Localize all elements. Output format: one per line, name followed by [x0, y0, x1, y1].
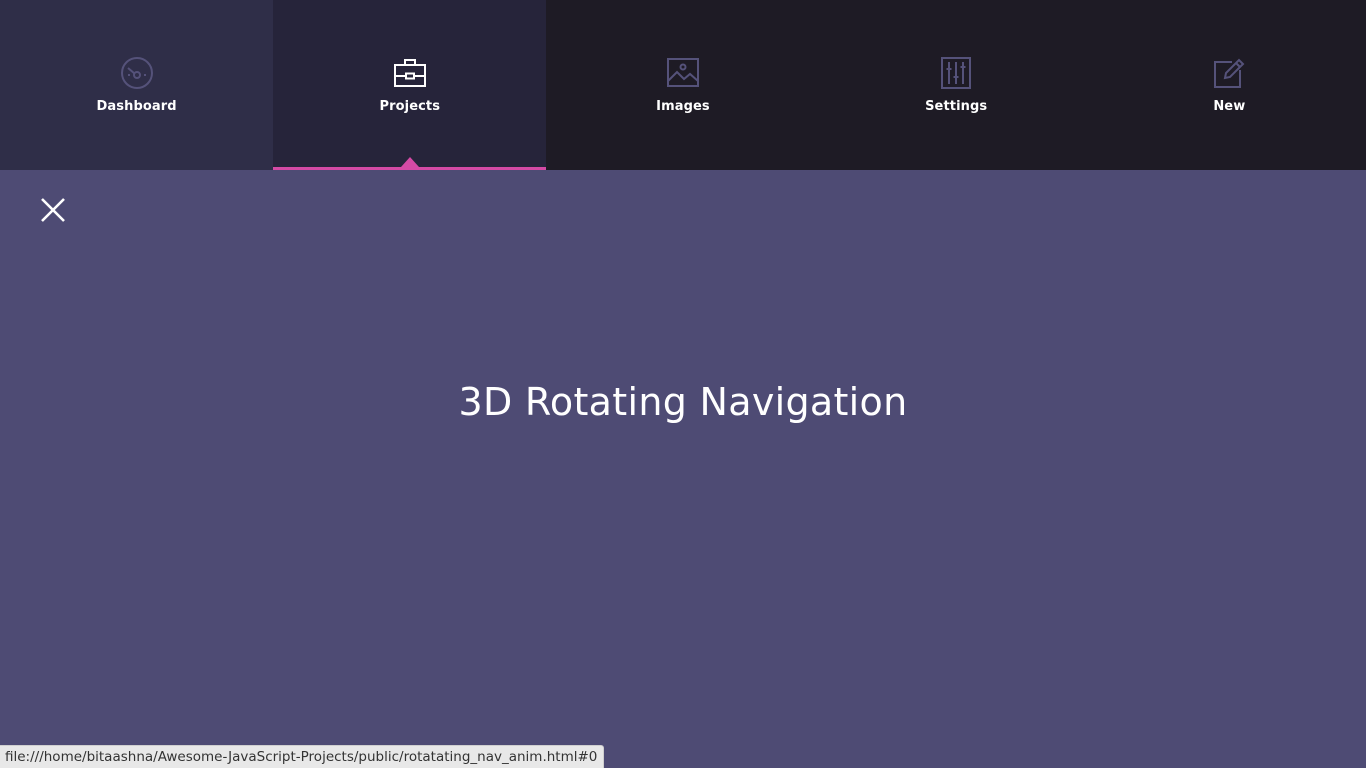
page-title: 3D Rotating Navigation [458, 380, 908, 424]
nav-item-label: New [1213, 99, 1246, 114]
nav-item-label: Dashboard [96, 99, 177, 114]
nav-item-projects[interactable]: Projects [273, 0, 547, 170]
briefcase-icon [393, 59, 426, 87]
main-content: 3D Rotating Navigation [0, 170, 1366, 768]
nav-item-new[interactable]: New [1093, 0, 1366, 170]
image-icon [666, 58, 699, 87]
nav-item-settings[interactable]: Settings [820, 0, 1093, 170]
nav-item-dashboard[interactable]: Dashboard [0, 0, 274, 170]
edit-icon [1214, 58, 1245, 88]
nav-item-images[interactable]: Images [546, 0, 819, 170]
top-navigation: Dashboard Projects Images Settings New [0, 0, 1366, 170]
nav-item-label: Settings [925, 99, 988, 114]
nav-item-label: Images [656, 99, 710, 114]
close-icon[interactable] [38, 195, 68, 225]
speedometer-icon [120, 57, 153, 89]
active-indicator [400, 157, 419, 167]
nav-item-label: Projects [379, 99, 441, 114]
sliders-icon [941, 57, 972, 89]
status-bar-url: file:///home/bitaashna/Awesome-JavaScrip… [0, 745, 605, 768]
